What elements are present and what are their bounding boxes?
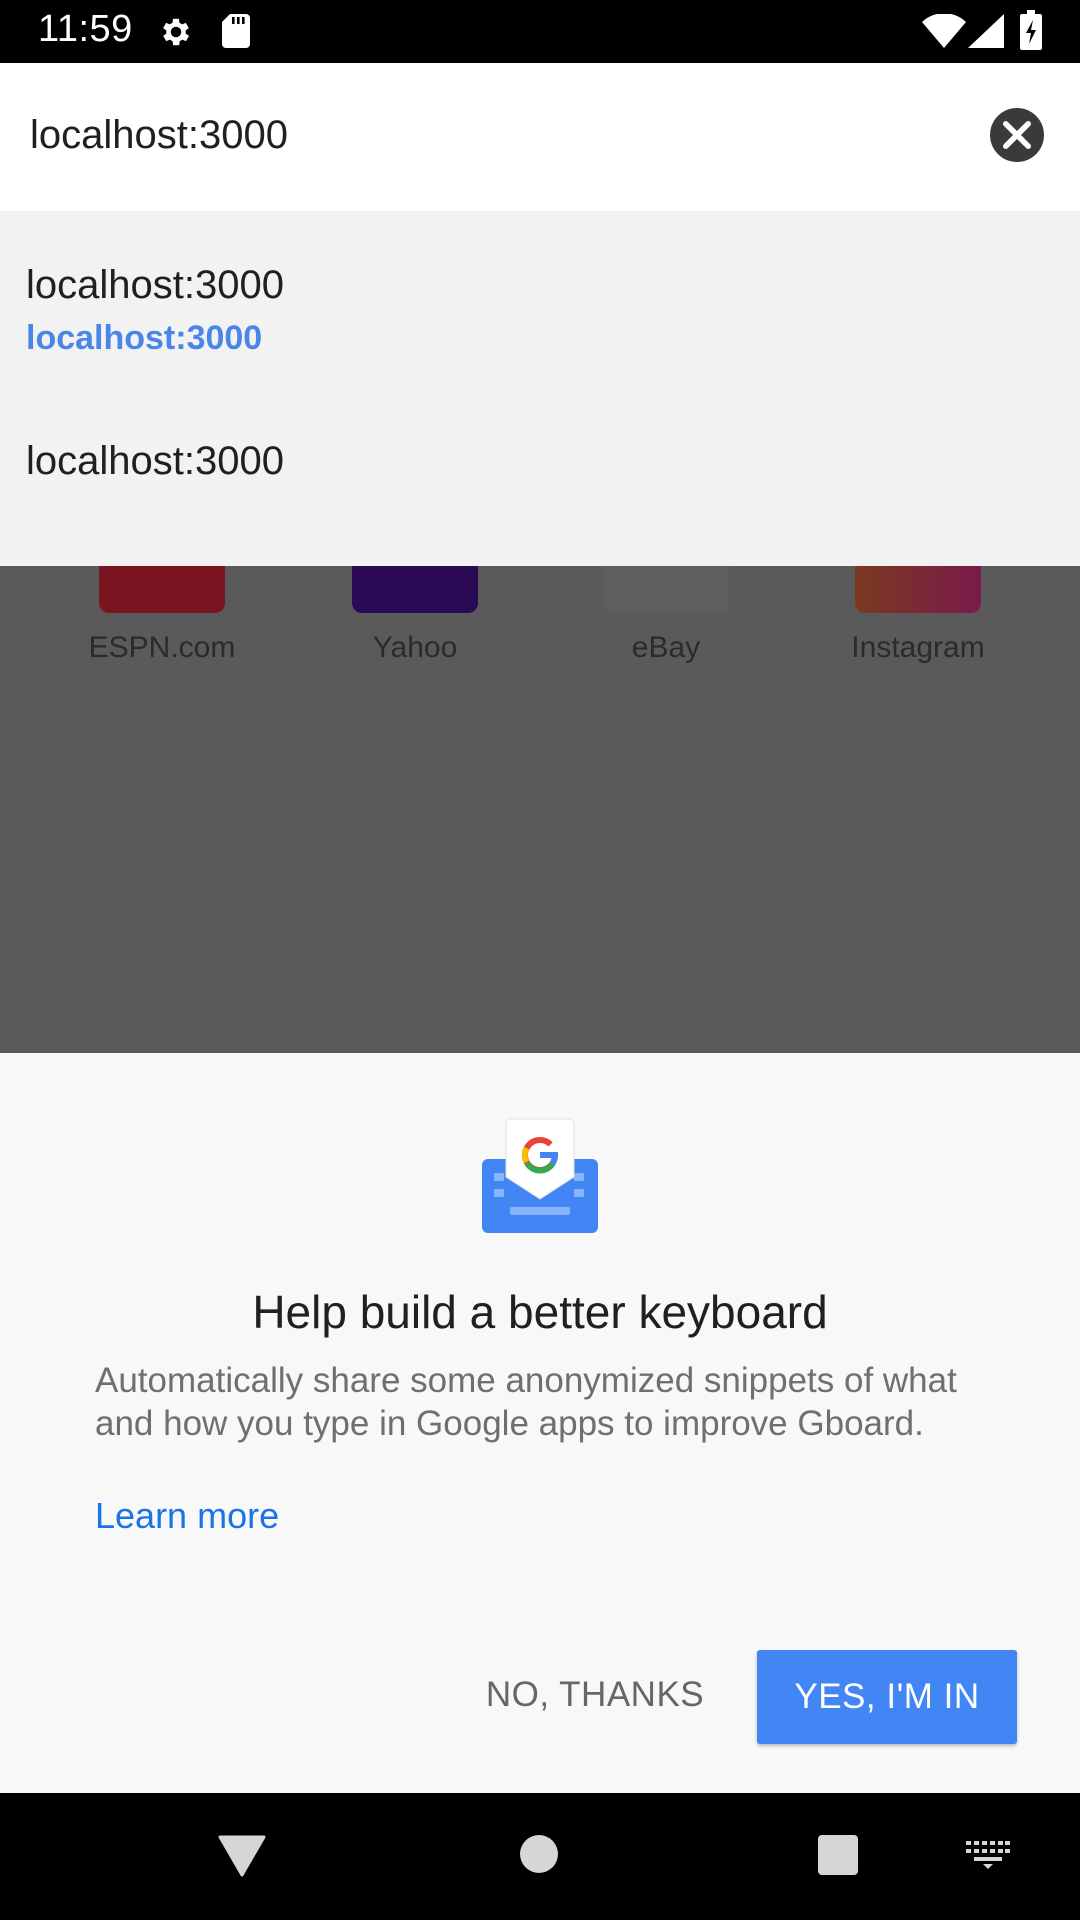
url-input[interactable] [30, 105, 930, 165]
dialog-body: Automatically share some anonymized snip… [95, 1361, 957, 1443]
close-icon [1003, 121, 1031, 149]
learn-more-link[interactable]: Learn more [95, 1495, 279, 1537]
wifi-icon [922, 14, 966, 48]
omnibox [0, 63, 1080, 211]
recents-icon[interactable] [818, 1835, 858, 1875]
sd-card-icon [222, 14, 250, 48]
tile-label: Instagram [851, 631, 985, 664]
suggestion-title: localhost:3000 [26, 439, 284, 483]
status-time: 11:59 [38, 8, 133, 50]
gboard-dialog: Help build a better keyboard Automatical… [0, 1053, 1080, 1793]
no-thanks-button[interactable]: NO, THANKS [470, 1650, 720, 1740]
screen: ESPN.com Yahoo eBay Instagram 11:59 loca… [0, 0, 1080, 1920]
gear-icon [163, 18, 190, 46]
navigation-bar [0, 1793, 1080, 1920]
dialog-title: Help build a better keyboard [252, 1286, 828, 1338]
tile-yahoo[interactable]: Yahoo [325, 553, 505, 665]
suggestion-url: localhost:3000 [26, 319, 263, 357]
omnibox-suggestions: localhost:3000 localhost:3000 localhost:… [0, 211, 1080, 566]
battery-charging-icon [1020, 10, 1042, 50]
tile-label: ESPN.com [88, 631, 236, 664]
status-bar: 11:59 [0, 0, 1080, 63]
tile-instagram[interactable]: Instagram [828, 553, 1008, 665]
suggestion-title: localhost:3000 [26, 263, 284, 307]
gboard-icon [482, 1118, 598, 1233]
back-icon[interactable] [218, 1833, 266, 1877]
suggestion-item[interactable]: localhost:3000 [0, 386, 1080, 566]
tile-ebay[interactable]: eBay [576, 553, 756, 665]
home-icon[interactable] [520, 1835, 558, 1873]
yes-im-in-button[interactable]: YES, I'M IN [757, 1650, 1017, 1744]
tile-espn[interactable]: ESPN.com [72, 553, 252, 665]
tile-label: eBay [631, 631, 701, 664]
keyboard-switch-icon[interactable] [966, 1841, 1010, 1869]
clear-button[interactable] [990, 108, 1044, 162]
tile-label: Yahoo [372, 631, 458, 664]
cell-signal-icon [968, 14, 1004, 48]
suggestion-item[interactable]: localhost:3000 localhost:3000 [0, 211, 1080, 386]
